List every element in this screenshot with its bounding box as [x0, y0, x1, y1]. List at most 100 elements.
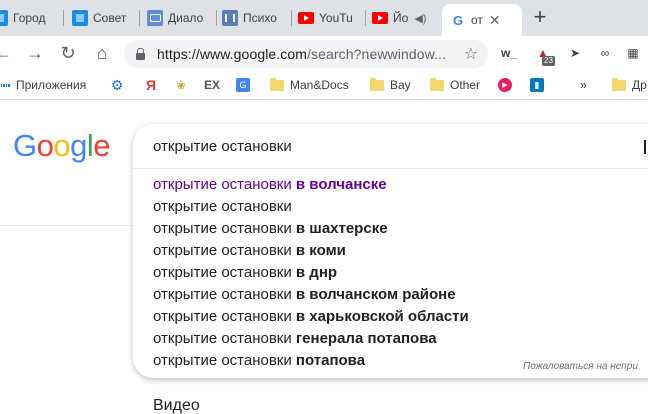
speaker-icon[interactable]: ◀)	[414, 12, 426, 25]
tab-google-active[interactable]: G от ✕	[442, 4, 522, 36]
suggestion-completion: потапова	[295, 352, 366, 369]
bookmark-label: Bay	[390, 78, 411, 92]
google-icon: G	[450, 12, 466, 28]
logo-letter: g	[70, 128, 87, 163]
suggestion-item[interactable]: открытие остановки	[153, 196, 292, 218]
bookmark-record[interactable]: ▶	[498, 77, 518, 93]
suggestion-item[interactable]: открытие остановки в волчанском районе	[153, 284, 456, 306]
tab-separator	[139, 10, 140, 26]
folder-icon	[370, 77, 384, 91]
suggestions-divider	[133, 168, 648, 169]
bookmarks-overflow-button[interactable]: »	[580, 77, 587, 93]
bookmark-label: »	[580, 78, 587, 92]
suggestion-item[interactable]: открытие остановки в днр	[153, 262, 337, 284]
rocket-icon[interactable]: ➤	[566, 44, 584, 62]
search-input[interactable]: открытие остановки	[153, 138, 292, 155]
folder-icon-wrap	[612, 77, 626, 92]
search-box[interactable]: открытие остановки открытие остановки в …	[133, 124, 648, 378]
bookmark-apps[interactable]: Приложения	[0, 77, 86, 93]
tab-youtube-1[interactable]: YouTu	[298, 4, 366, 32]
folder-icon	[612, 77, 626, 91]
results-tab-video[interactable]: Видео	[153, 397, 200, 414]
qr-code-icon[interactable]: ▦	[624, 44, 642, 62]
suggestion-base: открытие остановки	[153, 330, 296, 347]
google-logo[interactable]: Google	[13, 128, 111, 164]
youtube-icon	[372, 12, 388, 24]
suggestion-base: открытие остановки	[153, 264, 296, 281]
suggestion-item[interactable]: открытие остановки в харьковской области	[153, 306, 469, 328]
url-path: /search?newwindow...	[307, 46, 447, 62]
translate-icon: G	[236, 78, 250, 92]
logo-letter: o	[36, 128, 54, 163]
suggestion-base: открытие остановки	[153, 352, 296, 369]
tab-psycho[interactable]: Психо	[222, 4, 292, 32]
report-predictions-link[interactable]: Пожаловаться на непри	[523, 361, 638, 372]
tab-separator	[291, 10, 292, 26]
logo-letter: G	[13, 128, 37, 163]
suggestion-item[interactable]: открытие остановки в коми	[153, 240, 346, 262]
text-cursor	[644, 140, 646, 154]
bookmark-label: Др	[632, 78, 647, 92]
tab-title: Город	[13, 11, 46, 25]
bookmark-other-folder[interactable]: Др	[612, 77, 647, 93]
extension-badge: 23	[542, 56, 555, 66]
suggestion-item[interactable]: открытие остановки генерала потапова	[153, 328, 437, 350]
home-button[interactable]: ⌂	[91, 42, 113, 64]
address-bar[interactable]: https://www.google.com/search?newwindow.…	[124, 40, 488, 68]
tab-title: Совет	[93, 11, 127, 25]
suggestion-base: открытие остановки	[153, 308, 296, 325]
url-host: https://www.google.com	[157, 46, 308, 62]
blue-square-icon	[0, 10, 8, 26]
suggestion-base: открытие остановки	[153, 198, 292, 215]
folder-icon-wrap	[430, 77, 444, 92]
trello-icon: ▮	[530, 78, 544, 92]
tab-strip: Город Совет Диало Психо YouTu Йо ◀) G от…	[0, 0, 648, 36]
tab-separator	[216, 10, 217, 26]
tab-dialog[interactable]: Диало	[147, 4, 217, 32]
bookmark-man-docs[interactable]: Man&Docs	[270, 77, 349, 93]
tab-title: Йо	[393, 11, 409, 25]
new-tab-button[interactable]: +	[529, 6, 551, 29]
tab-title: Диало	[168, 11, 204, 25]
forward-button[interactable]: →	[24, 42, 46, 64]
url-text: https://www.google.com/search?newwindow.…	[157, 46, 446, 62]
infinity-icon[interactable]: ∞	[596, 44, 614, 62]
logo-letter: o	[53, 128, 71, 163]
folder-icon-wrap	[370, 77, 384, 92]
bookmark-trello[interactable]: ▮	[530, 77, 550, 93]
logo-letter: e	[93, 128, 111, 163]
bookmark-ex[interactable]: EX	[204, 77, 220, 93]
suggestion-completion: в волчанском районе	[295, 286, 456, 303]
tab-sovet[interactable]: Совет	[72, 4, 140, 32]
suggestion-base: открытие остановки	[153, 242, 296, 259]
yandex-icon: Я	[145, 77, 157, 93]
suggestion-base: открытие остановки	[153, 286, 296, 303]
bookmark-gear[interactable]: ⚙	[110, 77, 130, 93]
suggestion-completion: генерала потапова	[295, 330, 437, 347]
back-button[interactable]: ←	[0, 42, 14, 64]
suggestion-item[interactable]: открытие остановки в шахтерске	[153, 218, 388, 240]
tab-title: Психо	[243, 11, 277, 25]
results-divider	[0, 225, 133, 226]
extension-w-icon[interactable]: w_	[500, 44, 518, 62]
record-icon: ▶	[498, 78, 512, 92]
bookmark-yandex[interactable]: Я	[144, 77, 164, 93]
tab-title: YouTu	[319, 11, 353, 25]
bookmark-bay[interactable]: Bay	[370, 77, 411, 93]
bookmark-bird[interactable]: ❀	[174, 77, 194, 93]
bookmark-label: EX	[204, 78, 221, 92]
suggestion-completion: в днр	[295, 264, 338, 281]
tab-youtube-2[interactable]: Йо ◀)	[372, 4, 442, 32]
lock-icon	[136, 47, 145, 60]
bookmark-translate[interactable]: G	[236, 77, 256, 93]
suggestion-completion: в волчанске	[295, 176, 387, 193]
suggestion-completion: в харьковской области	[295, 308, 469, 325]
bookmarks-bar: Приложения ⚙ Я ❀ EX G Man&Docs Bay Other…	[0, 70, 648, 100]
reload-button[interactable]: ↻	[57, 42, 79, 64]
suggestion-item[interactable]: открытие остановки потапова	[153, 350, 365, 372]
suggestion-item[interactable]: открытие остановки в волчанске	[153, 174, 387, 196]
tab-gorod[interactable]: Город	[0, 4, 64, 32]
close-icon[interactable]: ✕	[489, 12, 501, 29]
bookmark-other[interactable]: Other	[430, 77, 480, 93]
bookmark-star-icon[interactable]: ☆	[464, 44, 478, 64]
